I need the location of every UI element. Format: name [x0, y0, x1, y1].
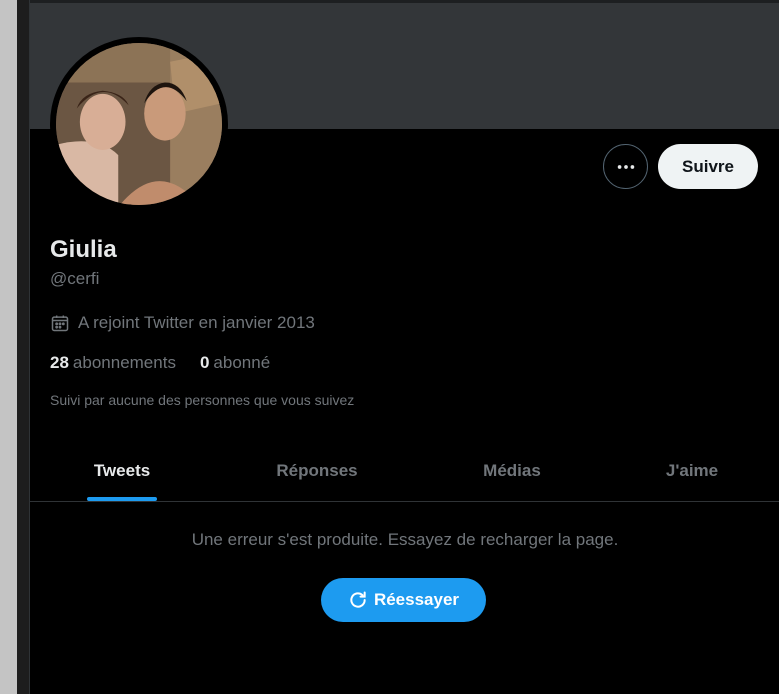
- followers-label: abonné: [213, 353, 271, 372]
- tab-replies[interactable]: Réponses: [214, 441, 420, 501]
- avatar-image: [56, 43, 222, 205]
- more-horizontal-icon: [617, 164, 634, 169]
- more-options-button[interactable]: [603, 144, 648, 189]
- calendar-icon: [51, 315, 69, 332]
- following-count: 28: [50, 353, 69, 372]
- sidebar-edge: [17, 0, 29, 694]
- profile-name: Giulia: [50, 236, 117, 263]
- tab-likes[interactable]: J'aime: [604, 441, 779, 501]
- tab-media-label: Médias: [483, 461, 541, 480]
- following-label: abonnements: [72, 353, 176, 372]
- join-date-text: A rejoint Twitter en janvier 2013: [78, 313, 315, 332]
- tab-replies-label: Réponses: [276, 461, 358, 480]
- error-message: Une erreur s'est produite. Essayez de re…: [191, 530, 619, 549]
- join-date: A rejoint Twitter en janvier 2013: [50, 313, 315, 333]
- active-tab-indicator: [87, 497, 157, 501]
- retry-label: Réessayer: [373, 590, 460, 609]
- tab-tweets-label: Tweets: [93, 461, 151, 480]
- profile-tabs: Tweets Réponses Médias J'aime: [30, 441, 779, 502]
- profile-handle: @cerfi: [50, 269, 100, 288]
- profile-column: Suivre Giulia @cerfi A rejoint Twitter e…: [29, 0, 779, 694]
- refresh-icon: [350, 591, 366, 608]
- following-link[interactable]: 28 abonnements: [50, 353, 176, 373]
- follow-button[interactable]: Suivre: [658, 144, 758, 189]
- window-edge: [0, 0, 17, 694]
- followers-count: 0: [199, 353, 210, 372]
- retry-button[interactable]: Réessayer: [321, 578, 486, 622]
- avatar[interactable]: [50, 37, 228, 211]
- tab-media[interactable]: Médias: [420, 441, 604, 501]
- tab-tweets[interactable]: Tweets: [30, 441, 214, 501]
- followed-by-text: Suivi par aucune des personnes que vous …: [50, 392, 355, 408]
- followers-link[interactable]: 0 abonné: [200, 353, 270, 373]
- tab-likes-label: J'aime: [665, 461, 719, 480]
- follow-stats: 28 abonnements 0 abonné: [50, 353, 294, 373]
